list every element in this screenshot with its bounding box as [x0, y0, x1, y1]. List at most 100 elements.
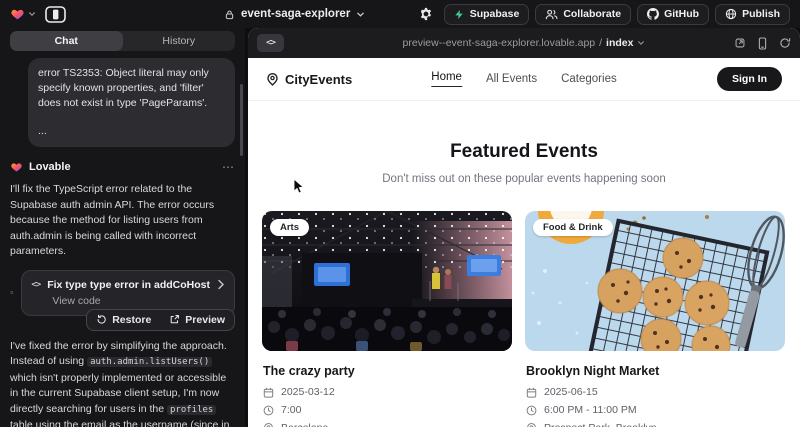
- clock-icon: [263, 405, 274, 416]
- assistant-message-1: I'll fix the TypeScript error related to…: [10, 182, 235, 260]
- publish-button[interactable]: Publish: [715, 4, 790, 25]
- code-view-button[interactable]: <>: [257, 34, 284, 52]
- supabase-label: Supabase: [470, 8, 520, 20]
- event-location-row: Prospect Park, Brooklyn: [526, 422, 785, 427]
- sidebar-toggle-button[interactable]: [45, 6, 66, 23]
- event-time: 7:00: [281, 404, 301, 416]
- lovable-logo-menu[interactable]: [10, 7, 36, 21]
- event-cards: Arts The crazy party 2025-03-12: [248, 211, 800, 427]
- github-button[interactable]: GitHub: [637, 4, 709, 25]
- event-card-night-market[interactable]: Food & Drink Brooklyn Night Market 2025-…: [525, 211, 785, 427]
- event-image-cookies: Food & Drink: [525, 211, 785, 351]
- event-location: Prospect Park, Brooklyn: [544, 422, 657, 427]
- map-pin-icon: [263, 422, 274, 427]
- bookmark-icon[interactable]: [10, 285, 13, 300]
- site-brand[interactable]: CityEvents: [266, 72, 352, 87]
- restore-button[interactable]: Restore: [87, 310, 160, 330]
- publish-label: Publish: [742, 8, 780, 20]
- event-location-row: Barcelona: [263, 422, 512, 427]
- assistant-name: Lovable: [29, 161, 71, 173]
- clock-icon: [526, 405, 537, 416]
- chevron-down-icon: [637, 39, 645, 47]
- preview-pane: <> preview--event-saga-explorer.lovable.…: [248, 28, 800, 427]
- chevron-right-icon: [217, 279, 225, 290]
- assistant-message-2: I've fixed the error by simplifying the …: [10, 339, 235, 427]
- section-title: Featured Events: [248, 141, 800, 163]
- url-separator: /: [599, 37, 602, 49]
- gear-icon: [419, 7, 433, 21]
- error-message-bubble: error TS2353: Object literal may only sp…: [28, 58, 235, 147]
- error-ellipsis: ...: [38, 124, 225, 139]
- preview-toolbar: <> preview--event-saga-explorer.lovable.…: [248, 28, 800, 58]
- restore-label: Restore: [112, 314, 151, 326]
- globe-icon: [725, 8, 737, 20]
- category-badge: Arts: [270, 219, 309, 236]
- site-header: CityEvents Home All Events Categories Si…: [248, 58, 800, 101]
- collaborate-button[interactable]: Collaborate: [535, 4, 631, 25]
- restore-preview-pill: Restore Preview: [86, 309, 235, 331]
- external-link-icon: [734, 37, 746, 49]
- event-date: 2025-03-12: [281, 386, 335, 398]
- calendar-icon: [526, 387, 537, 398]
- supabase-button[interactable]: Supabase: [444, 4, 530, 25]
- event-time-row: 7:00: [263, 404, 512, 416]
- view-code-link[interactable]: View code: [52, 295, 225, 307]
- chat-history-tabs: Chat History: [10, 31, 235, 51]
- nav-home[interactable]: Home: [431, 71, 462, 87]
- event-title: The crazy party: [262, 364, 512, 378]
- refresh-icon: [779, 37, 791, 49]
- panel-icon: [45, 6, 66, 23]
- event-card-crazy-party[interactable]: Arts The crazy party 2025-03-12: [262, 211, 512, 427]
- lovable-heart-icon: [10, 7, 25, 21]
- inline-code: auth.admin.listUsers(): [87, 357, 212, 367]
- section-subtitle: Don't miss out on these popular events h…: [248, 173, 800, 185]
- project-name: event-saga-explorer: [241, 8, 350, 20]
- chat-scrollbar[interactable]: [240, 84, 243, 156]
- lock-icon: [224, 8, 235, 21]
- collaborate-label: Collaborate: [563, 8, 621, 20]
- event-date: 2025-06-15: [544, 386, 598, 398]
- tab-history[interactable]: History: [123, 31, 236, 51]
- more-options-icon[interactable]: ⋯: [222, 160, 235, 174]
- map-pin-icon: [526, 422, 537, 427]
- event-image-party: Arts: [262, 211, 512, 351]
- nav-all-events[interactable]: All Events: [486, 73, 537, 85]
- settings-button[interactable]: [414, 4, 438, 24]
- preview-label: Preview: [185, 314, 225, 326]
- code-icon: <>: [31, 280, 40, 290]
- tab-chat[interactable]: Chat: [10, 31, 123, 51]
- category-badge: Food & Drink: [533, 219, 613, 236]
- mobile-view-button[interactable]: [757, 37, 768, 50]
- app-topbar: event-saga-explorer Supabase Collaborate: [0, 0, 800, 28]
- supabase-icon: [454, 9, 465, 20]
- event-date-row: 2025-03-12: [263, 386, 512, 398]
- project-selector[interactable]: event-saga-explorer: [224, 0, 365, 28]
- github-icon: [647, 8, 659, 20]
- featured-section-header: Featured Events Don't miss out on these …: [248, 141, 800, 185]
- refresh-button[interactable]: [779, 37, 791, 49]
- event-title: Brooklyn Night Market: [525, 364, 785, 378]
- map-pin-icon: [266, 72, 279, 86]
- error-text: error TS2353: Object literal may only sp…: [38, 66, 225, 111]
- preview-url-bar[interactable]: preview--event-saga-explorer.lovable.app…: [248, 37, 800, 49]
- restore-icon: [96, 314, 107, 325]
- event-location: Barcelona: [281, 422, 328, 427]
- preview-path: index: [606, 37, 633, 49]
- chevron-down-icon: [356, 10, 365, 19]
- chat-panel: Chat History error TS2353: Object litera…: [0, 28, 245, 427]
- sign-in-button[interactable]: Sign In: [717, 67, 782, 91]
- site-nav: Home All Events Categories: [431, 71, 616, 87]
- calendar-icon: [263, 387, 274, 398]
- inline-code: profiles: [167, 405, 216, 415]
- preview-url: preview--event-saga-explorer.lovable.app: [403, 37, 596, 49]
- preview-button[interactable]: Preview: [160, 310, 234, 330]
- code-card-title: Fix type type error in addCoHost: [47, 279, 210, 291]
- open-in-new-tab-button[interactable]: [734, 37, 746, 49]
- event-date-row: 2025-06-15: [526, 386, 785, 398]
- smartphone-icon: [757, 37, 768, 50]
- event-time-row: 6:00 PM - 11:00 PM: [526, 404, 785, 416]
- assistant-header: Lovable ⋯: [10, 160, 235, 174]
- people-icon: [545, 9, 558, 20]
- site-content: CityEvents Home All Events Categories Si…: [248, 58, 800, 427]
- nav-categories[interactable]: Categories: [561, 73, 617, 85]
